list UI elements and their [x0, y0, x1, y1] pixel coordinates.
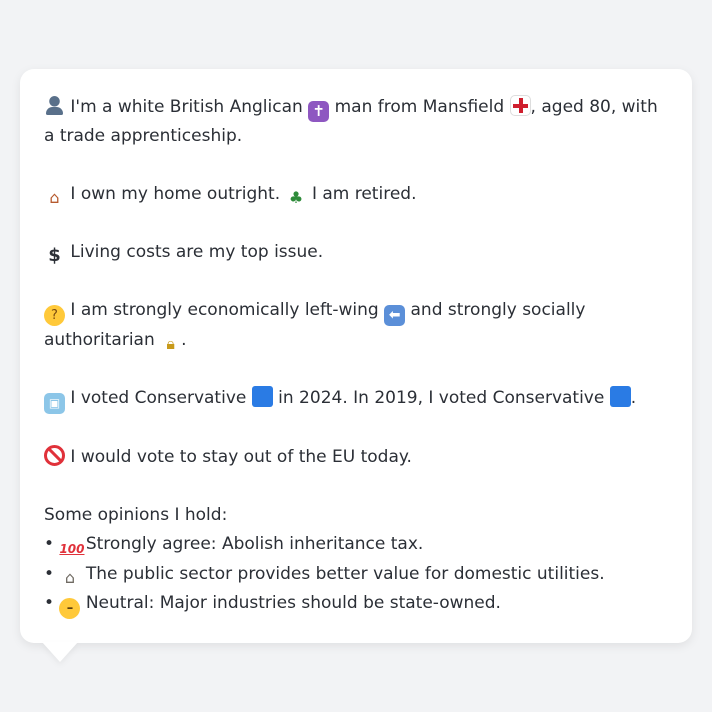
palm-tree-icon: ♣ — [288, 188, 304, 207]
prohibited-icon — [44, 445, 65, 466]
home-paragraph: ⌂ I own my home outright. ♣ I am retired… — [44, 180, 668, 209]
bullet: • — [44, 593, 55, 613]
dollar-sign-icon: $ — [48, 245, 61, 266]
opinion-text: The public sector provides better value … — [85, 564, 605, 584]
speech-bubble-tail — [42, 642, 78, 662]
vote-paragraph: ▣ I voted Conservative in 2024. In 2019,… — [44, 384, 668, 414]
ideology-paragraph: ? I am strongly economically left-wing ⬅… — [44, 296, 668, 355]
identity-text-a: I'm a white British Anglican — [70, 97, 303, 117]
eu-text: I would vote to stay out of the EU today… — [70, 447, 412, 467]
issue-paragraph: $ Living costs are my top issue. — [44, 238, 668, 267]
lock-icon: 🔒︎ — [166, 334, 175, 353]
ideology-text-a: I am strongly economically left-wing — [70, 300, 379, 320]
opinions-section: Some opinions I hold: • 100 Strongly agr… — [44, 501, 668, 619]
england-flag-icon — [509, 95, 531, 116]
home-text: I own my home outright. — [70, 184, 281, 204]
vote-text-c: . — [630, 388, 637, 408]
latin-cross-icon: ✝ — [308, 101, 330, 122]
neutral-face-icon: – — [59, 598, 81, 619]
vote-text-b: in 2024. In 2019, I voted Conservative — [278, 388, 605, 408]
classical-building-icon: ⌂ — [64, 568, 76, 587]
bust-in-silhouette-icon — [44, 95, 65, 116]
ballot-box-icon: ▣ — [44, 393, 65, 414]
identity-text-b: man from Mansfield — [334, 97, 505, 117]
bullet: • — [44, 564, 55, 584]
thinking-face-icon: ? — [44, 305, 65, 326]
persona-card: I'm a white British Anglican ✝ man from … — [20, 69, 692, 643]
left-arrow-icon: ⬅ — [384, 305, 406, 326]
house-icon: ⌂ — [49, 188, 60, 207]
blue-square-icon — [251, 386, 273, 407]
opinions-heading: Some opinions I hold: — [44, 505, 228, 525]
hundred-points-icon: 100 — [59, 542, 85, 556]
list-item: • ⌂ The public sector provides better va… — [44, 560, 668, 589]
list-item: • – Neutral: Major industries should be … — [44, 589, 668, 619]
eu-paragraph: I would vote to stay out of the EU today… — [44, 443, 668, 472]
issue-text: Living costs are my top issue. — [70, 242, 324, 262]
list-item: • 100 Strongly agree: Abolish inheritanc… — [44, 530, 668, 560]
ideology-text-c: . — [181, 330, 187, 350]
identity-paragraph: I'm a white British Anglican ✝ man from … — [44, 93, 668, 151]
vote-text-a: I voted Conservative — [70, 388, 247, 408]
retired-text: I am retired. — [311, 184, 417, 204]
blue-square-icon — [609, 386, 631, 407]
opinion-text: Strongly agree: Abolish inheritance tax. — [85, 534, 424, 554]
bullet: • — [44, 534, 55, 554]
opinion-text: Neutral: Major industries should be stat… — [85, 593, 501, 613]
opinions-list: • 100 Strongly agree: Abolish inheritanc… — [44, 530, 668, 619]
